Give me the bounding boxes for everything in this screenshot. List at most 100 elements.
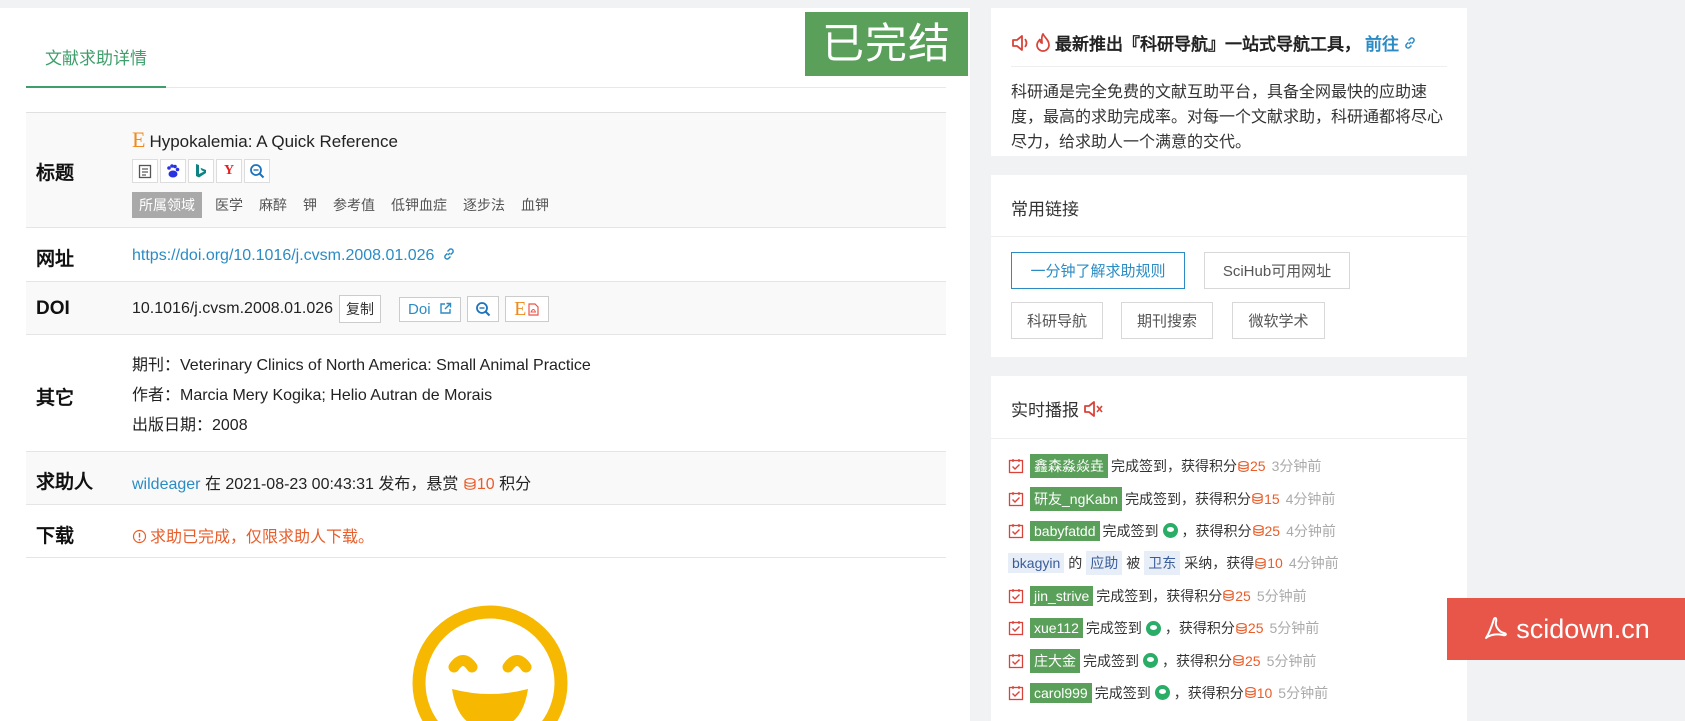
scidown-label: scidown.cn [1516, 613, 1650, 644]
reward-unit: 积分 [499, 476, 532, 493]
feed-text: 被 [1126, 555, 1141, 572]
feed-user-badge[interactable]: 研友_ngKabn [1030, 486, 1123, 511]
paper-title-line: E Hypokalemia: A Quick Reference [132, 127, 398, 153]
info-circle-icon [132, 529, 147, 544]
field-tags: 所属领域 医学 麻醉 钾 参考值 低钾血症 逐步法 血钾 [132, 192, 552, 218]
wechat-icon [1162, 523, 1178, 539]
wechat-icon [1154, 685, 1170, 701]
feed-user-badge[interactable]: 鑫森淼焱垚 [1030, 454, 1108, 479]
copy-doi-button[interactable]: 复制 [339, 295, 382, 323]
doi-row: DOI 10.1016/j.cvsm.2008.01.026 复制 Doi E [26, 282, 946, 335]
asker-user-link[interactable]: wildeager [132, 476, 200, 493]
field-tag-heading: 所属领域 [132, 192, 202, 218]
scidown-button[interactable]: scidown.cn [1447, 598, 1685, 660]
status-completed-badge: 已完结 [805, 12, 968, 76]
field-tag[interactable]: 钾 [300, 192, 320, 218]
feed-user-badge[interactable]: babyfatdd [1030, 520, 1100, 541]
feed-points: 15 [1264, 490, 1280, 507]
common-links-card: 常用链接 一分钟了解求助规则 SciHub可用网址 科研导航 期刊搜索 微软学术 [991, 175, 1467, 357]
list-item: 庄大金 完成签到 ，获得积分 25 5分钟前 [1008, 644, 1458, 676]
feed-action: 采纳，获得 [1184, 555, 1255, 572]
field-tag[interactable]: 逐步法 [460, 192, 508, 218]
feed-action-tail: ，获得积分 [1181, 522, 1252, 539]
search-icon[interactable] [244, 159, 270, 183]
download-notice: 求助已完成，仅限求助人下载。 [150, 529, 375, 546]
feed-action: 完成签到，获得积分 [1096, 587, 1223, 604]
e-pdf-button[interactable]: E [504, 296, 549, 322]
feed-points: 25 [1235, 587, 1251, 604]
feed-helper-user[interactable]: bkagyin [1008, 553, 1065, 574]
checkin-icon [1008, 685, 1024, 701]
document-icon[interactable] [132, 159, 158, 183]
list-item: bkagyin 的 应助 被 卫东 采纳，获得 10 4分钟前 [1008, 547, 1458, 579]
scihub-urls-button[interactable]: SciHub可用网址 [1204, 252, 1350, 289]
feed-help-link[interactable]: 应助 [1086, 551, 1123, 576]
feed-time: 5分钟前 [1278, 684, 1329, 701]
search-icon [475, 302, 490, 317]
external-open-icon [440, 302, 451, 314]
announcement-headline: 最新推出『科研导航』一站式导航工具， 前往 [1011, 30, 1417, 55]
doi-open-label: Doi [408, 300, 431, 318]
list-item: babyfatdd 完成签到 ，获得积分 25 4分钟前 [1008, 515, 1458, 547]
checkin-icon [1008, 588, 1024, 603]
wechat-icon [1143, 653, 1158, 669]
list-item: 鑫森淼焱垚 完成签到，获得积分 25 3分钟前 [1008, 450, 1458, 482]
field-tag[interactable]: 医学 [212, 192, 246, 218]
yandex-icon[interactable]: Y [216, 159, 242, 183]
feed-time: 4分钟前 [1288, 555, 1339, 572]
divider [1011, 66, 1447, 67]
list-item: carol999 完成签到 ，获得积分 10 5分钟前 [1008, 677, 1458, 709]
smiley-face-icon [412, 605, 568, 721]
baidu-icon[interactable] [160, 159, 186, 183]
go-nav-link[interactable]: 前往 [1365, 30, 1399, 55]
live-feed-list: 鑫森淼焱垚 完成签到，获得积分 25 3分钟前 研友_ngKabn 完成签到，获… [1008, 450, 1458, 709]
journal-search-button[interactable]: 期刊搜索 [1121, 302, 1213, 339]
doi-url-link[interactable]: https://doi.org/10.1016/j.cvsm.2008.01.0… [132, 247, 434, 264]
feed-time: 5分钟前 [1269, 620, 1320, 637]
field-tag[interactable]: 低钾血症 [388, 192, 450, 218]
link-icon [1405, 36, 1415, 49]
coin-icon [1238, 460, 1249, 472]
feed-action: 完成签到 [1102, 522, 1159, 539]
speaker-icon [1084, 400, 1103, 417]
tab-request-detail[interactable]: 文献求助详情 [26, 30, 166, 88]
checkin-icon [1008, 491, 1024, 506]
bing-icon[interactable] [188, 159, 214, 183]
feed-user-badge[interactable]: carol999 [1030, 682, 1092, 703]
asker-row: 求助人 wildeager 在 2021-08-23 00:43:31 发布，悬… [26, 452, 946, 505]
speaker-icon [1012, 34, 1028, 51]
doi-value-group: 10.1016/j.cvsm.2008.01.026 复制 Doi E [132, 295, 549, 323]
url-row: 网址 https://doi.org/10.1016/j.cvsm.2008.0… [26, 228, 946, 282]
help-rules-button[interactable]: 一分钟了解求助规则 [1011, 252, 1185, 289]
feed-time: 3分钟前 [1271, 458, 1322, 475]
e-source-icon: E [132, 127, 146, 152]
feed-user-badge[interactable]: xue112 [1030, 618, 1083, 639]
common-links-title: 常用链接 [1011, 200, 1079, 219]
feed-action-tail: ，获得积分 [1162, 652, 1232, 669]
download-label: 下载 [36, 526, 75, 547]
research-nav-button[interactable]: 科研导航 [1011, 302, 1103, 339]
external-link-icon [444, 248, 454, 260]
feed-time: 4分钟前 [1286, 522, 1336, 539]
download-notice-group: 求助已完成，仅限求助人下载。 [132, 523, 374, 547]
feed-points: 10 [1267, 555, 1283, 572]
pub-date-info: 出版日期：2008 [132, 417, 248, 434]
doi-open-button[interactable]: Doi [399, 296, 461, 322]
field-tag[interactable]: 血钾 [518, 192, 552, 218]
download-row: 下载 求助已完成，仅限求助人下载。 [26, 505, 946, 558]
field-tag[interactable]: 麻醉 [256, 192, 290, 218]
title-label: 标题 [36, 163, 75, 184]
microsoft-academic-button[interactable]: 微软学术 [1232, 302, 1325, 339]
feed-adopter-user[interactable]: 卫东 [1144, 551, 1181, 576]
feed-action-tail: ，获得积分 [1164, 620, 1235, 637]
feed-action: 完成签到 [1085, 620, 1142, 637]
feed-action: 完成签到，获得积分 [1125, 490, 1252, 507]
title-row: 标题 E Hypokalemia: A Quick Reference Y 所属… [26, 112, 946, 228]
e-source-icon: E [514, 297, 527, 320]
feed-points: 10 [1256, 684, 1273, 701]
doi-search-button[interactable] [466, 296, 499, 322]
field-tag[interactable]: 参考值 [330, 192, 378, 218]
feed-user-badge[interactable]: jin_strive [1030, 585, 1094, 606]
feed-user-badge[interactable]: 庄大金 [1030, 648, 1080, 673]
feed-time: 5分钟前 [1256, 587, 1307, 604]
